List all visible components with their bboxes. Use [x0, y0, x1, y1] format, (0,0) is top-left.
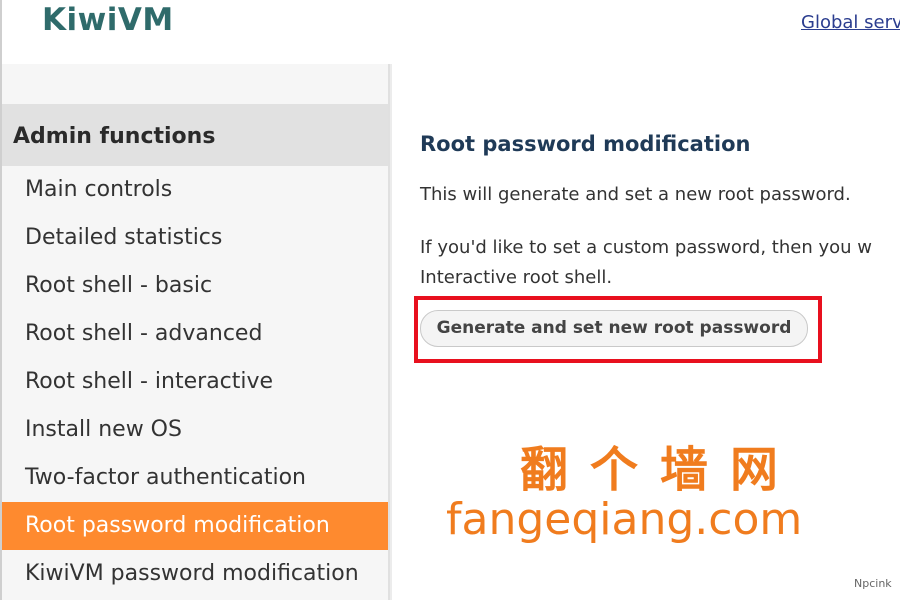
page: KiwiVM Global serv Admin functions Main … — [0, 0, 900, 600]
sidebar-item-kiwivm-password-modification[interactable]: KiwiVM password modification — [2, 550, 388, 598]
sidebar-item-detailed-statistics[interactable]: Detailed statistics — [2, 214, 388, 262]
page-title: Root password modification — [420, 132, 751, 156]
sidebar-item-install-new-os[interactable]: Install new OS — [2, 406, 388, 454]
sidebar-item-two-factor-auth[interactable]: Two-factor authentication — [2, 454, 388, 502]
sidebar: Admin functions Main controls Detailed s… — [0, 64, 390, 600]
watermark-chinese: 翻个墙网 — [520, 442, 801, 498]
custom-password-note: If you'd like to set a custom password, … — [420, 233, 872, 293]
custom-password-note-line2: Interactive root shell. — [420, 267, 613, 288]
sidebar-item-root-shell-basic[interactable]: Root shell - basic — [2, 262, 388, 310]
global-services-link[interactable]: Global serv — [801, 12, 900, 33]
sidebar-spacer — [2, 64, 388, 104]
description-text: This will generate and set a new root pa… — [420, 184, 851, 205]
kiwivm-logo[interactable]: KiwiVM — [42, 2, 174, 38]
top-header: KiwiVM Global serv — [0, 0, 900, 64]
generate-root-password-button[interactable]: Generate and set new root password — [420, 310, 808, 347]
sidebar-item-root-shell-advanced[interactable]: Root shell - advanced — [2, 310, 388, 358]
custom-password-note-line1: If you'd like to set a custom password, … — [420, 237, 872, 258]
sidebar-item-root-shell-interactive[interactable]: Root shell - interactive — [2, 358, 388, 406]
watermark-domain: fangeqiang.com — [446, 494, 803, 545]
sidebar-item-main-controls[interactable]: Main controls — [2, 166, 388, 214]
sidebar-item-root-password-modification[interactable]: Root password modification — [2, 502, 388, 550]
sidebar-heading: Admin functions — [2, 104, 388, 166]
corner-watermark: Npcink — [854, 577, 892, 590]
